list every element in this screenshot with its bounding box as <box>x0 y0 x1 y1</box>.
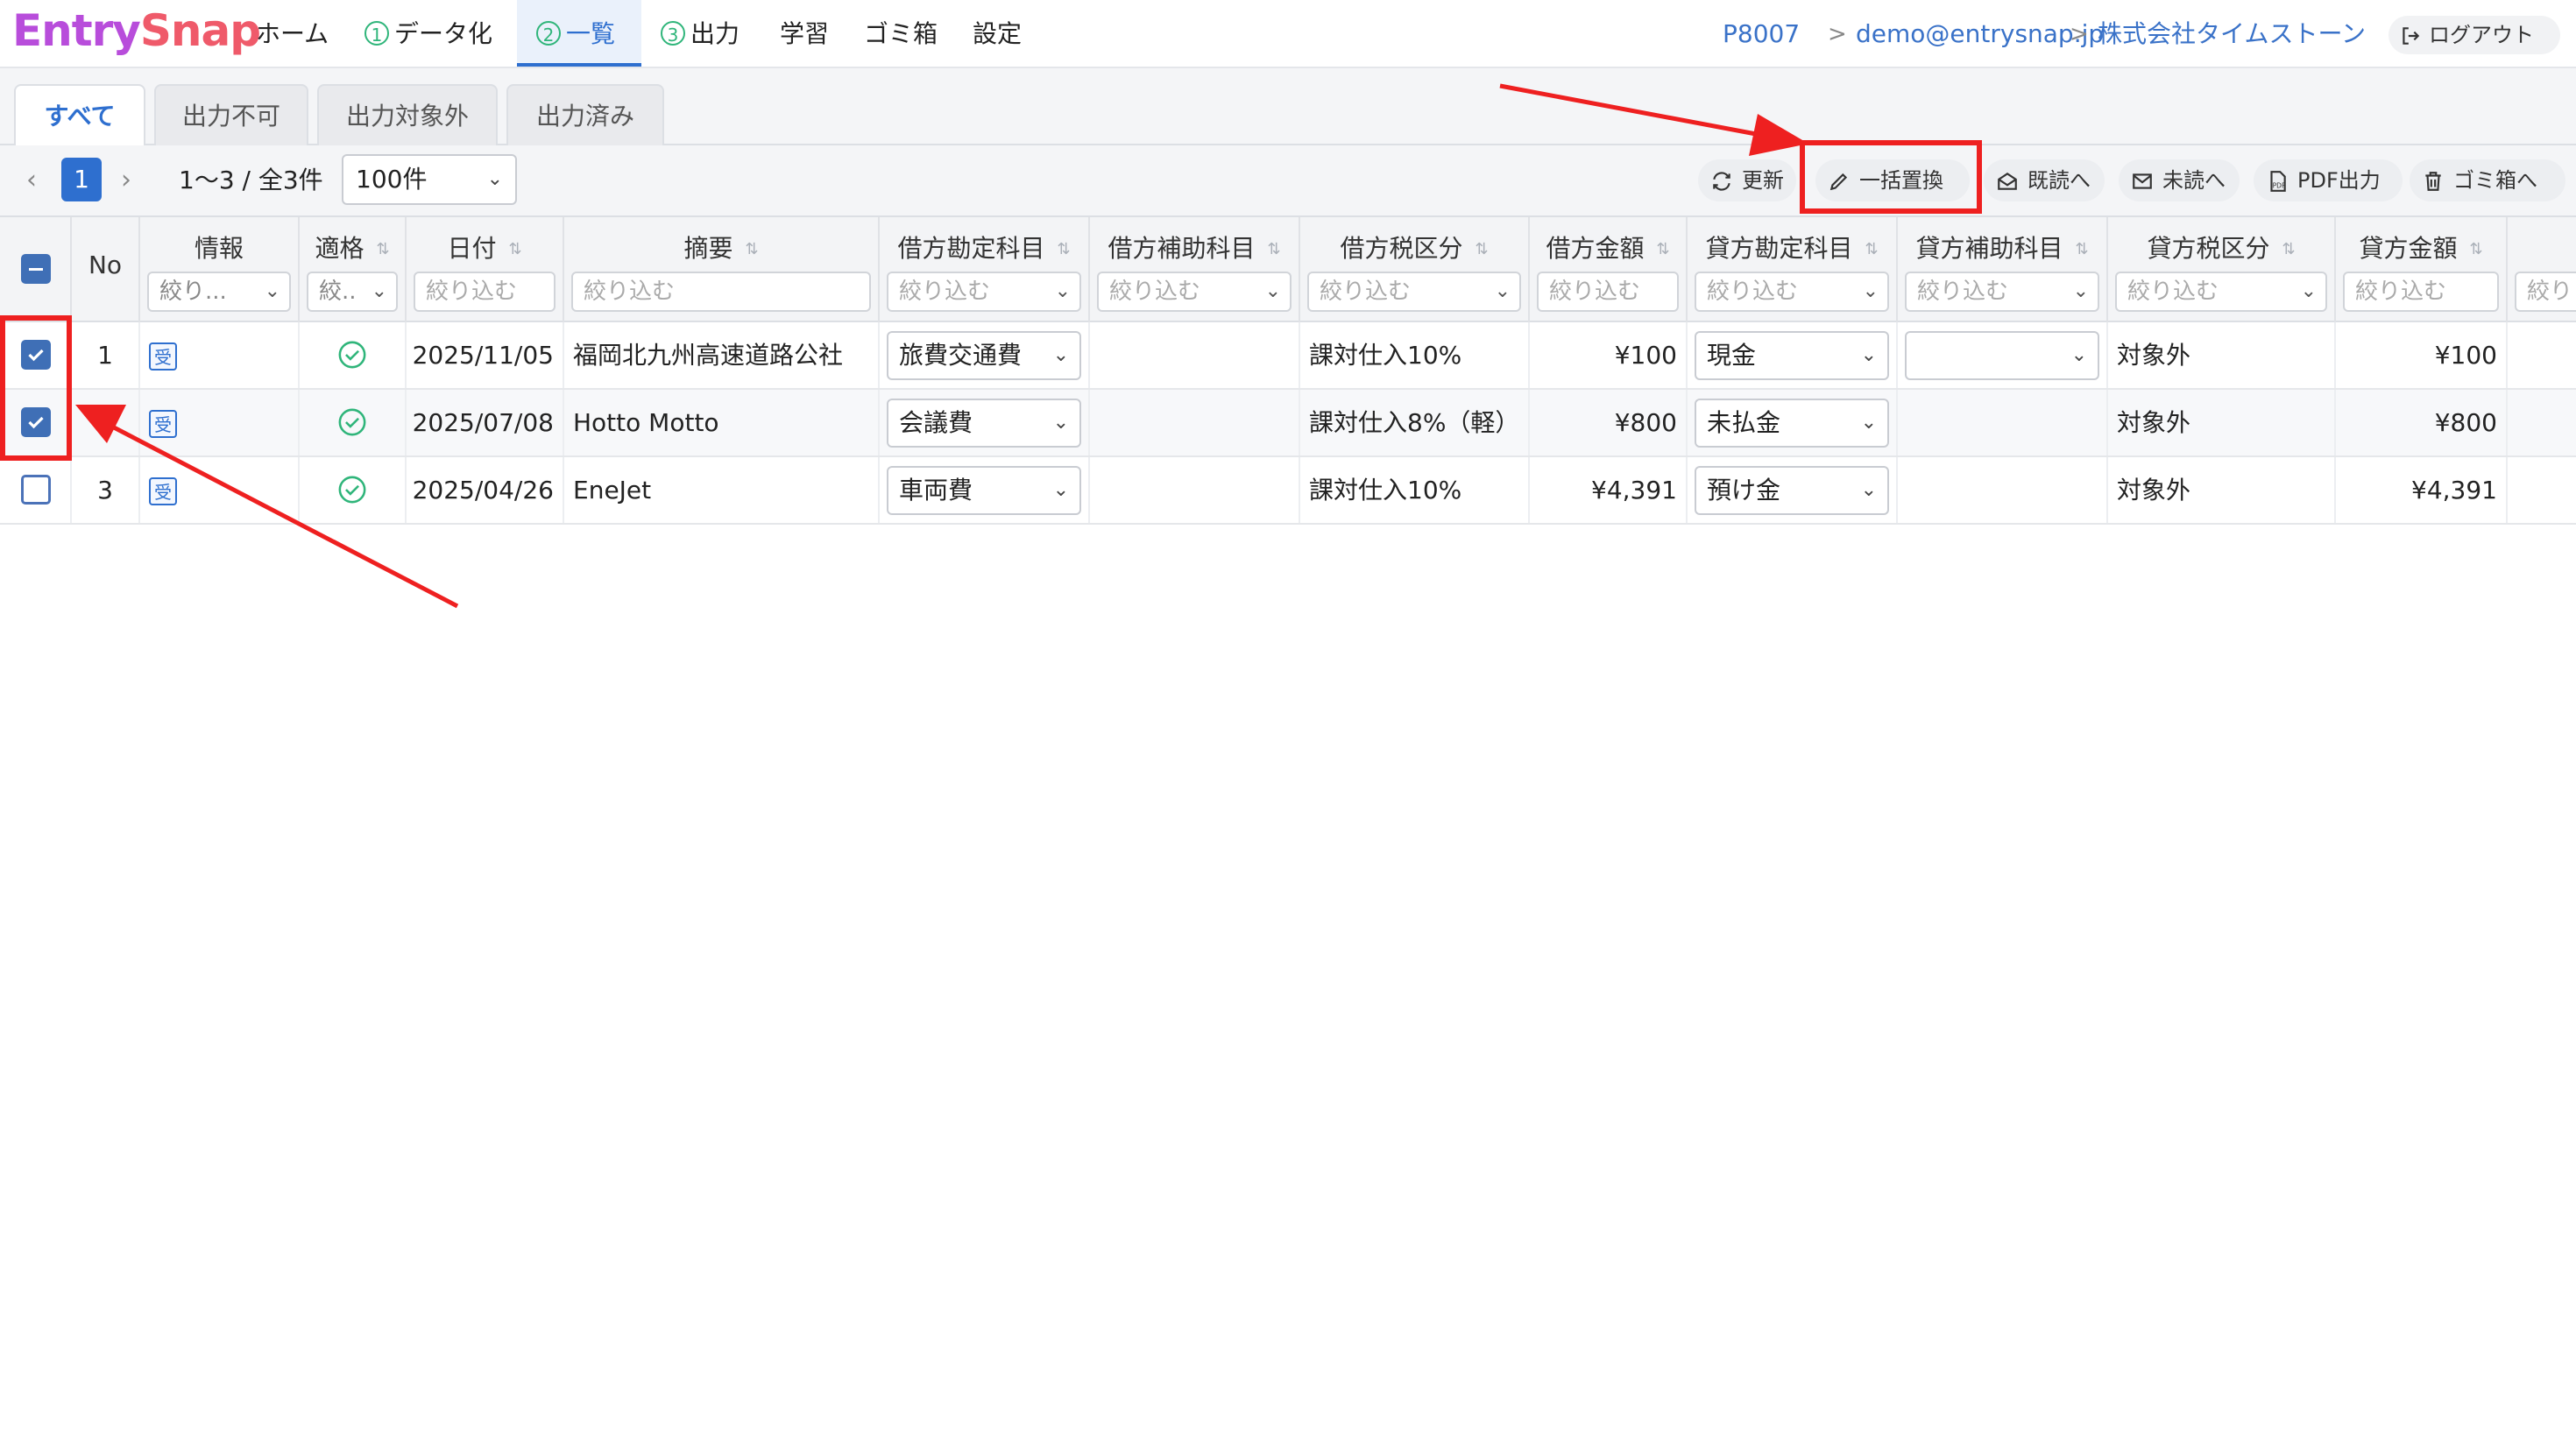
annotation-arrows <box>75 83 1808 609</box>
annotation-arrow-to-checkboxes <box>75 405 459 609</box>
annotation-arrow-to-bulk-replace <box>1499 83 1808 156</box>
